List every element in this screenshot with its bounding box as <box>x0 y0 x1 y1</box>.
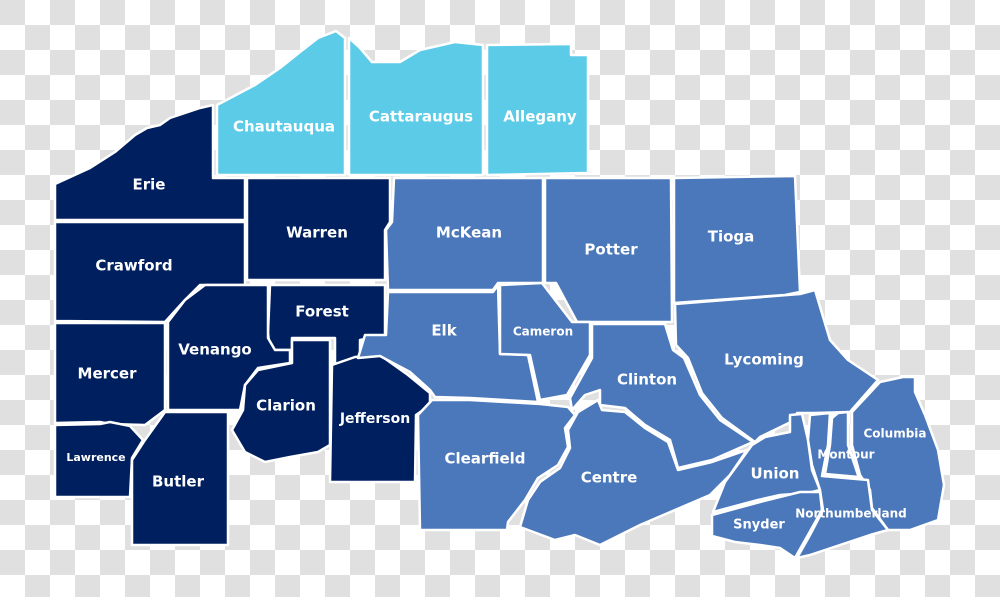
label-cattaraugus: Cattaraugus <box>369 108 473 126</box>
label-potter: Potter <box>584 241 638 259</box>
label-allegany: Allegany <box>503 108 577 126</box>
label-mckean: McKean <box>436 224 502 242</box>
label-forest: Forest <box>295 303 349 321</box>
label-centre: Centre <box>581 469 638 487</box>
label-butler: Butler <box>152 473 205 491</box>
label-crawford: Crawford <box>95 257 172 275</box>
label-clinton: Clinton <box>617 371 677 389</box>
label-jefferson: Jefferson <box>339 411 410 427</box>
label-elk: Elk <box>431 322 457 340</box>
label-snyder: Snyder <box>733 518 785 533</box>
county-chautauqua[interactable] <box>215 29 347 177</box>
county-map: Chautauqua Cattaraugus Allegany Erie War… <box>53 29 946 560</box>
label-mercer: Mercer <box>78 365 138 383</box>
label-venango: Venango <box>178 341 251 359</box>
label-columbia: Columbia <box>863 427 926 441</box>
label-union: Union <box>751 465 800 483</box>
label-cameron: Cameron <box>513 325 573 339</box>
label-clearfield: Clearfield <box>444 450 525 468</box>
county-cattaraugus[interactable] <box>347 36 485 177</box>
label-lawrence: Lawrence <box>66 451 125 464</box>
label-lycoming: Lycoming <box>724 351 804 369</box>
label-warren: Warren <box>286 224 348 242</box>
label-chautauqua: Chautauqua <box>233 118 335 136</box>
label-northumberland: Northumberland <box>795 507 907 521</box>
label-clarion: Clarion <box>256 397 316 415</box>
label-erie: Erie <box>133 176 166 194</box>
label-tioga: Tioga <box>708 228 755 246</box>
label-montour: Montour <box>817 448 874 462</box>
